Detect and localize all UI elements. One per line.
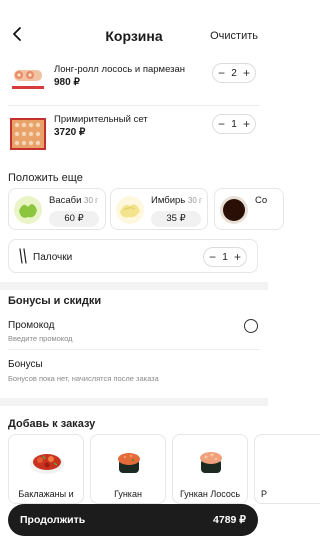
cart-item-name: Примирительный сет bbox=[54, 114, 148, 125]
divider bbox=[8, 349, 260, 350]
recommendation-name: Гункан bbox=[114, 489, 142, 499]
ginger-image bbox=[116, 196, 144, 224]
promo-subtitle: Введите промокод bbox=[8, 334, 73, 343]
addon-name: Васаби 30 г bbox=[49, 195, 99, 206]
cart-item: Лонг-ролл лосось и пармезан 980 ₽ − 2 + bbox=[0, 52, 268, 108]
product-image bbox=[8, 114, 48, 154]
chopsticks-label: Палочки bbox=[33, 252, 73, 263]
plus-button[interactable]: + bbox=[234, 250, 241, 264]
promo-radio[interactable] bbox=[244, 319, 258, 333]
addon-name: Со bbox=[255, 195, 268, 206]
addon-price-button[interactable]: 35 ₽ bbox=[151, 211, 201, 227]
cart-item: Примирительный сет 3720 ₽ − 1 + bbox=[0, 106, 268, 162]
recommendation-card[interactable]: Р bbox=[254, 434, 320, 504]
addon-card-wasabi[interactable]: Васаби 30 г 60 ₽ bbox=[8, 188, 106, 230]
addon-name: Имбирь 30 г bbox=[151, 195, 202, 206]
promo-title[interactable]: Промокод bbox=[8, 320, 54, 331]
wasabi-image bbox=[14, 196, 42, 224]
chopsticks-row: Палочки − 1 + bbox=[8, 239, 258, 273]
quantity-value: 2 bbox=[231, 67, 237, 79]
plus-button[interactable]: + bbox=[243, 66, 250, 80]
cart-item-name: Лонг-ролл лосось и пармезан bbox=[54, 64, 186, 75]
minus-button[interactable]: − bbox=[218, 117, 225, 131]
quantity-stepper: − 2 + bbox=[212, 63, 256, 83]
addon-card-ginger[interactable]: Имбирь 30 г 35 ₽ bbox=[110, 188, 208, 230]
clear-cart-button[interactable]: Очистить bbox=[210, 30, 258, 42]
cart-item-price: 980 ₽ bbox=[54, 77, 80, 88]
recommendation-card[interactable]: Гункан Лосось bbox=[172, 434, 248, 504]
cart-item-price: 3720 ₽ bbox=[54, 127, 86, 138]
quantity-stepper: − 1 + bbox=[203, 247, 247, 267]
recommendation-card[interactable]: Баклажаны и bbox=[8, 434, 84, 504]
quantity-value: 1 bbox=[222, 251, 228, 263]
recommendation-name: Баклажаны и bbox=[18, 489, 74, 499]
section-title-addons: Положить еще bbox=[8, 172, 83, 184]
minus-button[interactable]: − bbox=[209, 250, 216, 264]
checkout-button[interactable]: Продолжить 4789 ₽ bbox=[8, 504, 258, 536]
section-title-bonuses: Бонусы и скидки bbox=[8, 295, 102, 307]
section-separator bbox=[0, 282, 268, 290]
gunkan-image bbox=[118, 453, 140, 473]
eggplant-dish-image bbox=[30, 454, 64, 474]
soy-sauce-image bbox=[220, 196, 248, 224]
bonus-subtitle: Бонусов пока нет, начислятся после заказ… bbox=[8, 374, 159, 383]
recommendation-name: Гункан Лосось bbox=[179, 489, 241, 499]
section-separator bbox=[0, 398, 268, 406]
quantity-value: 1 bbox=[231, 118, 237, 130]
checkout-label: Продолжить bbox=[20, 514, 86, 526]
header: Корзина Очистить bbox=[0, 0, 268, 52]
gunkan-salmon-image bbox=[200, 452, 222, 473]
plus-button[interactable]: + bbox=[243, 117, 250, 131]
recommendation-card[interactable]: Гункан bbox=[90, 434, 166, 504]
checkout-total: 4789 ₽ bbox=[213, 514, 246, 526]
bonus-title: Бонусы bbox=[8, 359, 43, 370]
recommendation-name: Р bbox=[261, 489, 268, 499]
addon-card-soy[interactable]: Со bbox=[214, 188, 284, 230]
chopsticks-icon bbox=[19, 248, 27, 264]
quantity-stepper: − 1 + bbox=[212, 114, 256, 134]
product-image bbox=[8, 60, 48, 100]
section-title-recommendations: Добавь к заказу bbox=[8, 418, 96, 430]
minus-button[interactable]: − bbox=[218, 66, 225, 80]
addon-price-button[interactable]: 60 ₽ bbox=[49, 211, 99, 227]
